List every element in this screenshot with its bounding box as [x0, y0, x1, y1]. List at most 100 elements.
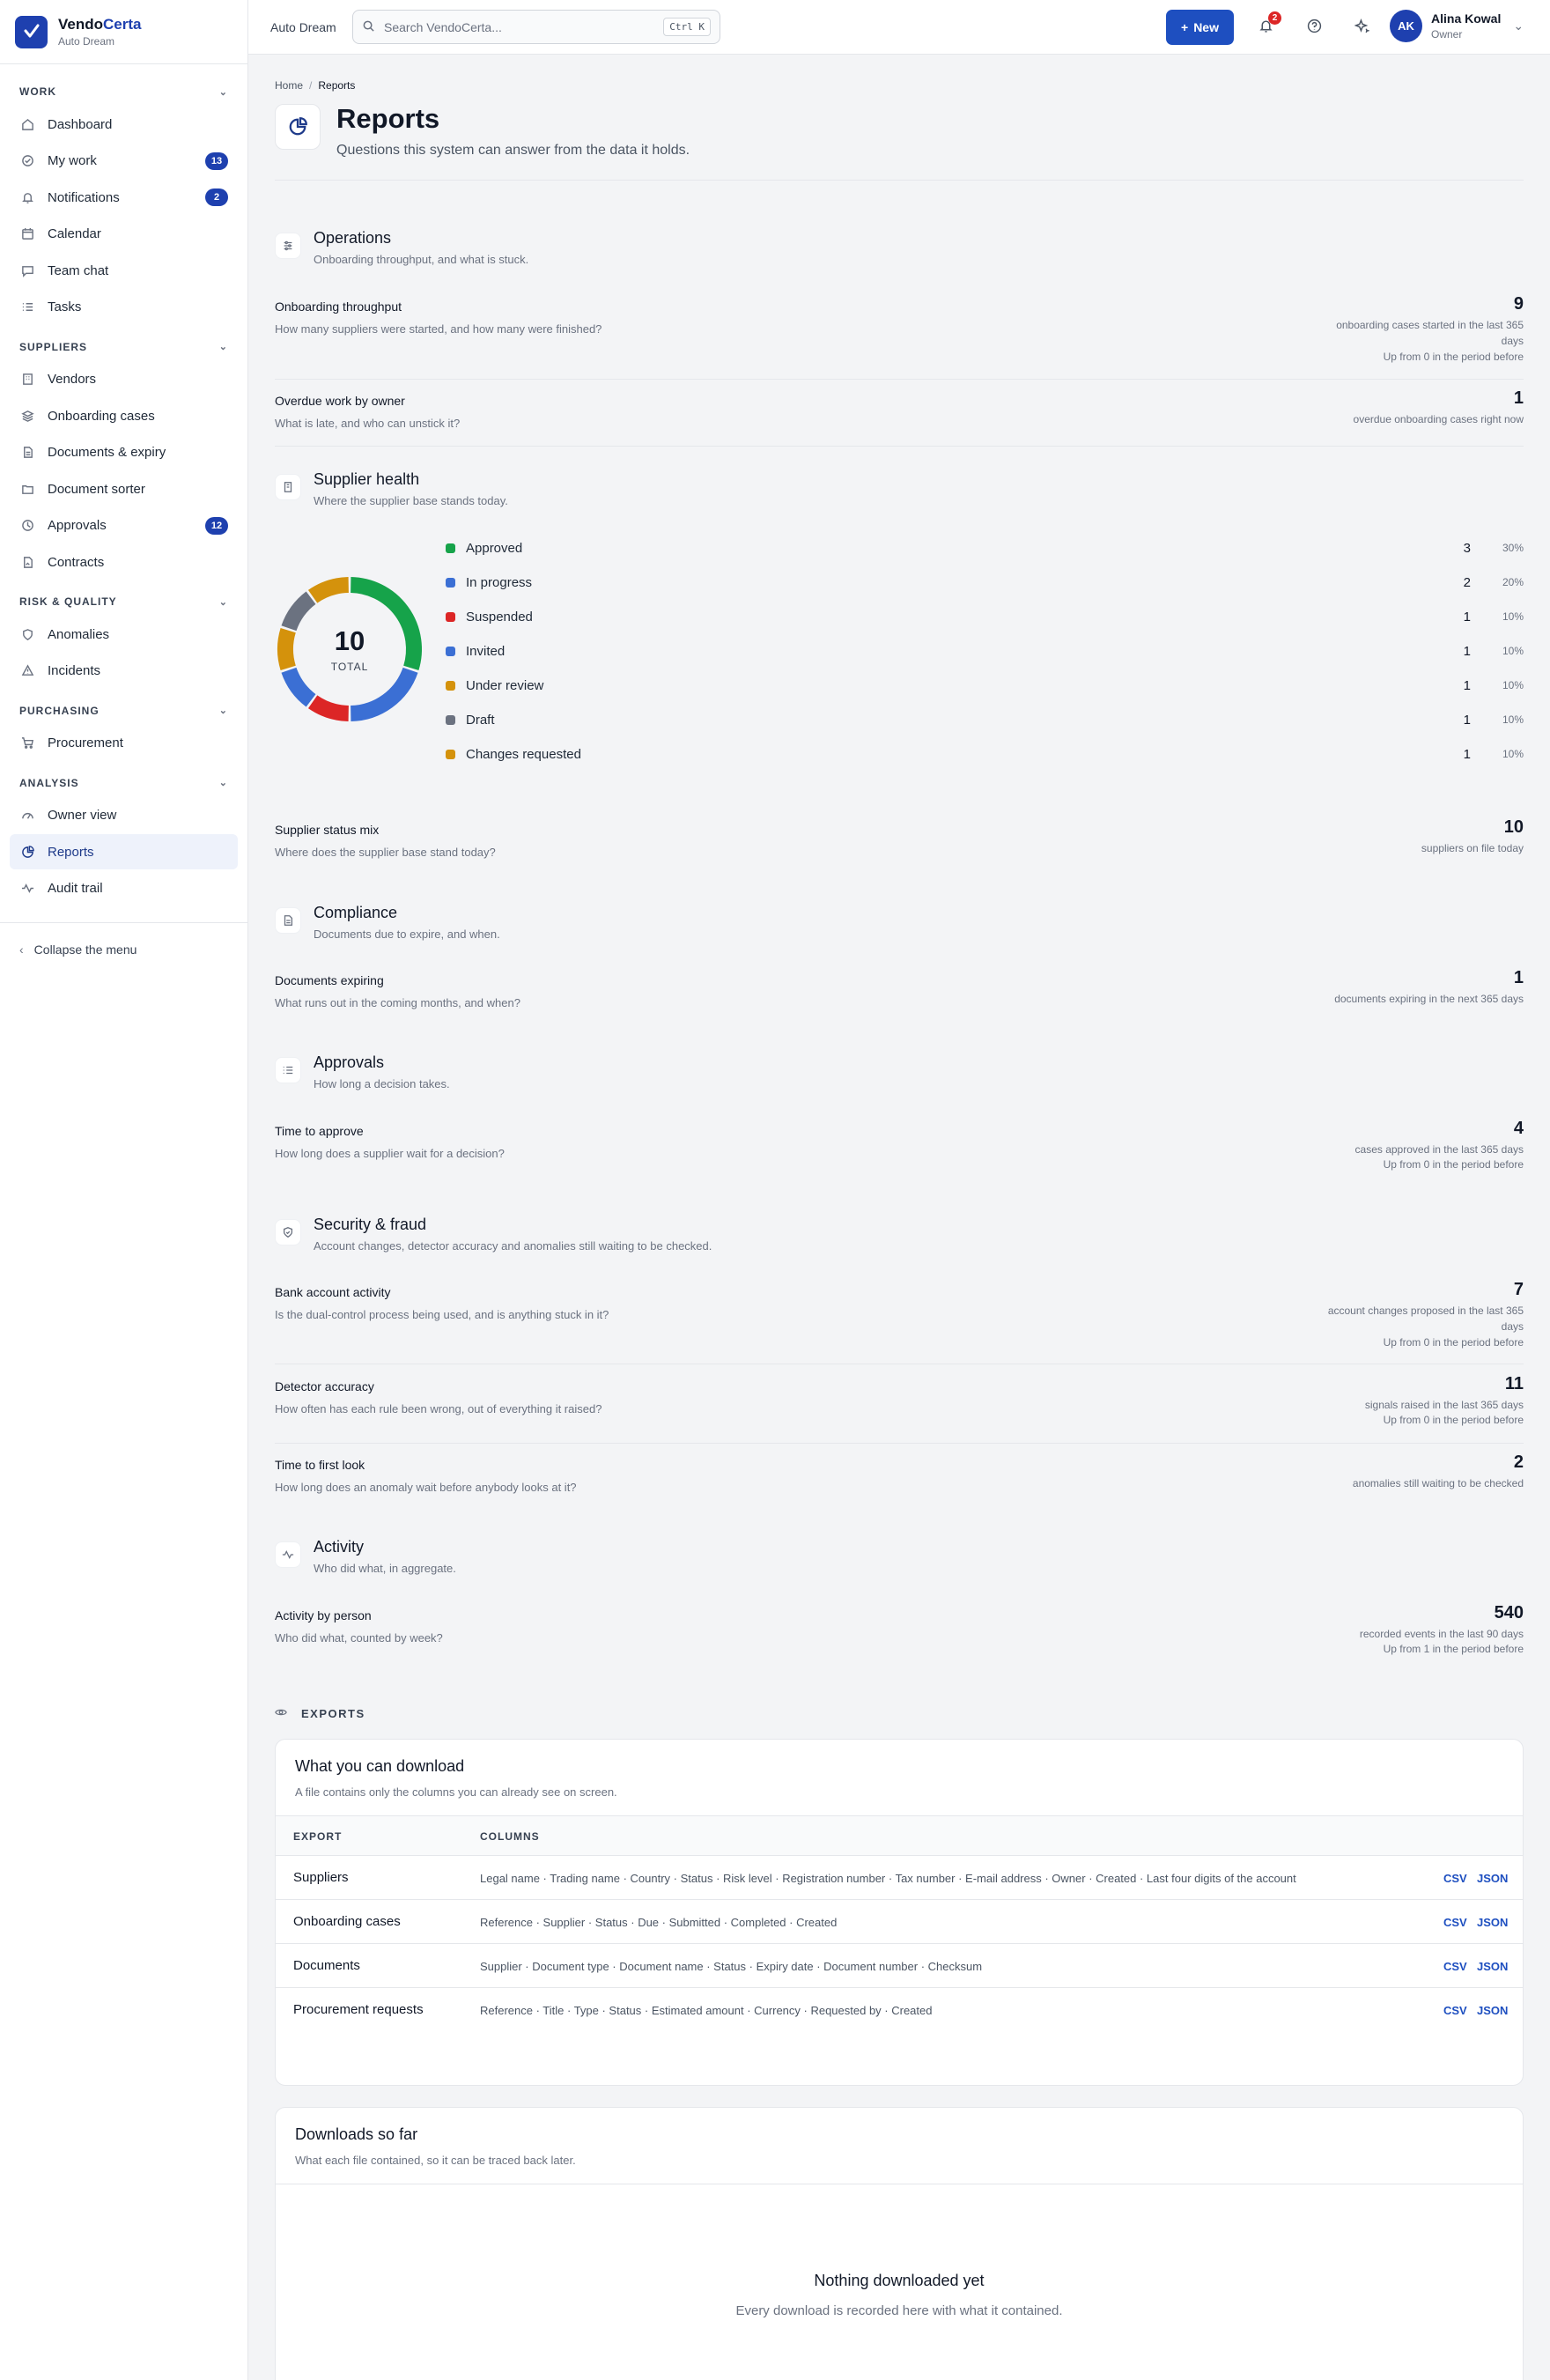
legend-label: Invited	[466, 643, 506, 659]
metric-question: Who did what, counted by week?	[275, 1631, 443, 1645]
top-bar: Auto Dream Ctrl K +New 2 AK Alina Kowal …	[248, 0, 1550, 55]
sparkle-icon	[1353, 18, 1370, 36]
metric-question: Where does the supplier base stand today…	[275, 846, 496, 859]
nav-section-work[interactable]: WORK ⌄	[0, 77, 247, 107]
shield-icon	[19, 626, 35, 642]
metric-caption: recorded events in the last 90 days	[1359, 1628, 1524, 1640]
sidebar-item-vendors[interactable]: Vendors	[10, 362, 238, 397]
sidebar-item-procurement[interactable]: Procurement	[10, 726, 238, 761]
approvals-count-badge: 12	[205, 516, 228, 535]
download-json-link[interactable]: JSON	[1477, 1872, 1508, 1885]
user-name: Alina Kowal	[1431, 11, 1502, 26]
legend-item: Suspended 1 10%	[446, 606, 1524, 627]
pie-icon	[19, 844, 35, 860]
assistant-button[interactable]	[1349, 15, 1374, 40]
nav-section-suppliers[interactable]: SUPPLIERS ⌄	[0, 332, 247, 362]
sidebar-item-approvals[interactable]: Approvals 12	[10, 508, 238, 543]
sidebar-item-reports[interactable]: Reports	[10, 834, 238, 869]
section-subtitle: Account changes, detector accuracy and a…	[314, 1239, 712, 1253]
sidebar-item-tasks[interactable]: Tasks	[10, 290, 238, 325]
user-menu[interactable]: AK Alina Kowal Owner ⌄	[1390, 10, 1524, 42]
sidebar-item-contracts[interactable]: Contracts	[10, 544, 238, 580]
legend-item: Changes requested 1 10%	[446, 743, 1524, 765]
metric-caption: onboarding cases started in the last 365…	[1336, 319, 1524, 347]
nav-section-analysis[interactable]: ANALYSIS ⌄	[0, 768, 247, 798]
notifications-count-badge: 2	[205, 188, 228, 206]
download-json-link[interactable]: JSON	[1477, 1960, 1508, 1973]
nav-section-risk-quality[interactable]: RISK & QUALITY ⌄	[0, 587, 247, 617]
section-operations: Operations Onboarding throughput, and wha…	[275, 229, 528, 266]
sidebar-item-incidents[interactable]: Incidents	[10, 654, 238, 689]
legend-count: 1	[1463, 712, 1471, 728]
activity-icon	[19, 881, 35, 897]
divider	[275, 1443, 1524, 1444]
download-csv-link[interactable]: CSV	[1443, 1916, 1467, 1929]
legend-percent: 10%	[1502, 679, 1524, 691]
download-json-link[interactable]: JSON	[1477, 2004, 1508, 2017]
metric-title: Time to approve	[275, 1124, 364, 1138]
section-security-fraud: Security & fraud Account changes, detecto…	[275, 1216, 712, 1253]
table-row: Suppliers Legal name · Trading name · Co…	[276, 1856, 1523, 1900]
legend-label: Suspended	[466, 609, 533, 625]
notifications-button[interactable]: 2	[1253, 11, 1281, 40]
sidebar-item-dashboard[interactable]: Dashboard	[10, 107, 238, 142]
download-json-link[interactable]: JSON	[1477, 1916, 1508, 1929]
legend-swatch	[446, 680, 455, 691]
metric-value: 9	[1513, 294, 1524, 314]
legend-count: 1	[1463, 746, 1471, 762]
sidebar-item-documents-expiry[interactable]: Documents & expiry	[10, 435, 238, 470]
brand-name: VendoCerta	[58, 16, 142, 33]
section-supplier-health: Supplier health Where the supplier base s…	[275, 470, 508, 507]
section-approvals: Approvals How long a decision takes.	[275, 1053, 450, 1090]
sidebar-divider	[0, 921, 247, 923]
breadcrumb-home[interactable]: Home	[275, 79, 303, 92]
warning-icon	[19, 663, 35, 679]
help-button[interactable]	[1302, 15, 1326, 40]
download-csv-link[interactable]: CSV	[1443, 1872, 1467, 1885]
new-button[interactable]: + New	[1166, 10, 1234, 45]
sidebar-item-notifications[interactable]: Notifications 2	[10, 180, 238, 215]
exports-heading: EXPORTS	[275, 1706, 365, 1721]
my-work-count-badge: 13	[205, 152, 228, 170]
search-box[interactable]: Ctrl K	[352, 10, 720, 44]
nav-section-purchasing[interactable]: PURCHASING ⌄	[0, 696, 247, 726]
chevron-down-icon: ⌄	[1513, 18, 1524, 33]
export-name: Procurement requests	[293, 2002, 424, 2017]
collapse-menu-button[interactable]: ‹ Collapse the menu	[0, 932, 247, 967]
legend-swatch	[446, 611, 455, 622]
sidebar-item-document-sorter[interactable]: Document sorter	[10, 471, 238, 506]
export-columns: Reference · Supplier · Status · Due · Su…	[480, 1916, 838, 1929]
section-subtitle: Documents due to expire, and when.	[314, 928, 500, 941]
donut-total-label: TOTAL	[330, 661, 369, 673]
metric-comparison: Up from 0 in the period before	[1383, 1158, 1524, 1171]
breadcrumb-current: Reports	[318, 79, 356, 92]
sidebar-item-calendar[interactable]: Calendar	[10, 217, 238, 252]
sidebar-item-onboarding-cases[interactable]: Onboarding cases	[10, 398, 238, 433]
sidebar-item-audit-trail[interactable]: Audit trail	[10, 871, 238, 906]
calendar-icon	[19, 226, 35, 242]
exports-card: What you can download A file contains on…	[275, 1739, 1524, 2086]
search-input[interactable]	[384, 19, 664, 34]
section-title: Compliance	[314, 904, 398, 921]
sidebar-item-my-work[interactable]: My work 13	[10, 144, 238, 179]
download-csv-link[interactable]: CSV	[1443, 1960, 1467, 1973]
metric-value: 11	[1504, 1374, 1524, 1393]
metric-value: 540	[1494, 1603, 1524, 1622]
metric-title: Detector accuracy	[275, 1379, 374, 1393]
brand[interactable]: VendoCerta Auto Dream	[0, 0, 247, 64]
legend-percent: 10%	[1502, 645, 1524, 657]
download-csv-link[interactable]: CSV	[1443, 2004, 1467, 2017]
sidebar-item-owner-view[interactable]: Owner view	[10, 798, 238, 833]
workspace-name[interactable]: Auto Dream	[270, 20, 336, 34]
sidebar-item-anomalies[interactable]: Anomalies	[10, 617, 238, 652]
folder-icon	[19, 481, 35, 497]
metric-comparison: Up from 0 in the period before	[1383, 351, 1524, 363]
breadcrumb: Home / Reports	[275, 79, 356, 92]
file-icon	[19, 445, 35, 461]
contract-icon	[19, 554, 35, 570]
section-compliance: Compliance Documents due to expire, and w…	[275, 904, 500, 941]
sidebar-item-team-chat[interactable]: Team chat	[10, 253, 238, 288]
card-title: What you can download	[295, 1757, 465, 1775]
table-row: Procurement requests Reference · Title ·…	[276, 1988, 1523, 2032]
metric-title: Bank account activity	[275, 1285, 391, 1299]
